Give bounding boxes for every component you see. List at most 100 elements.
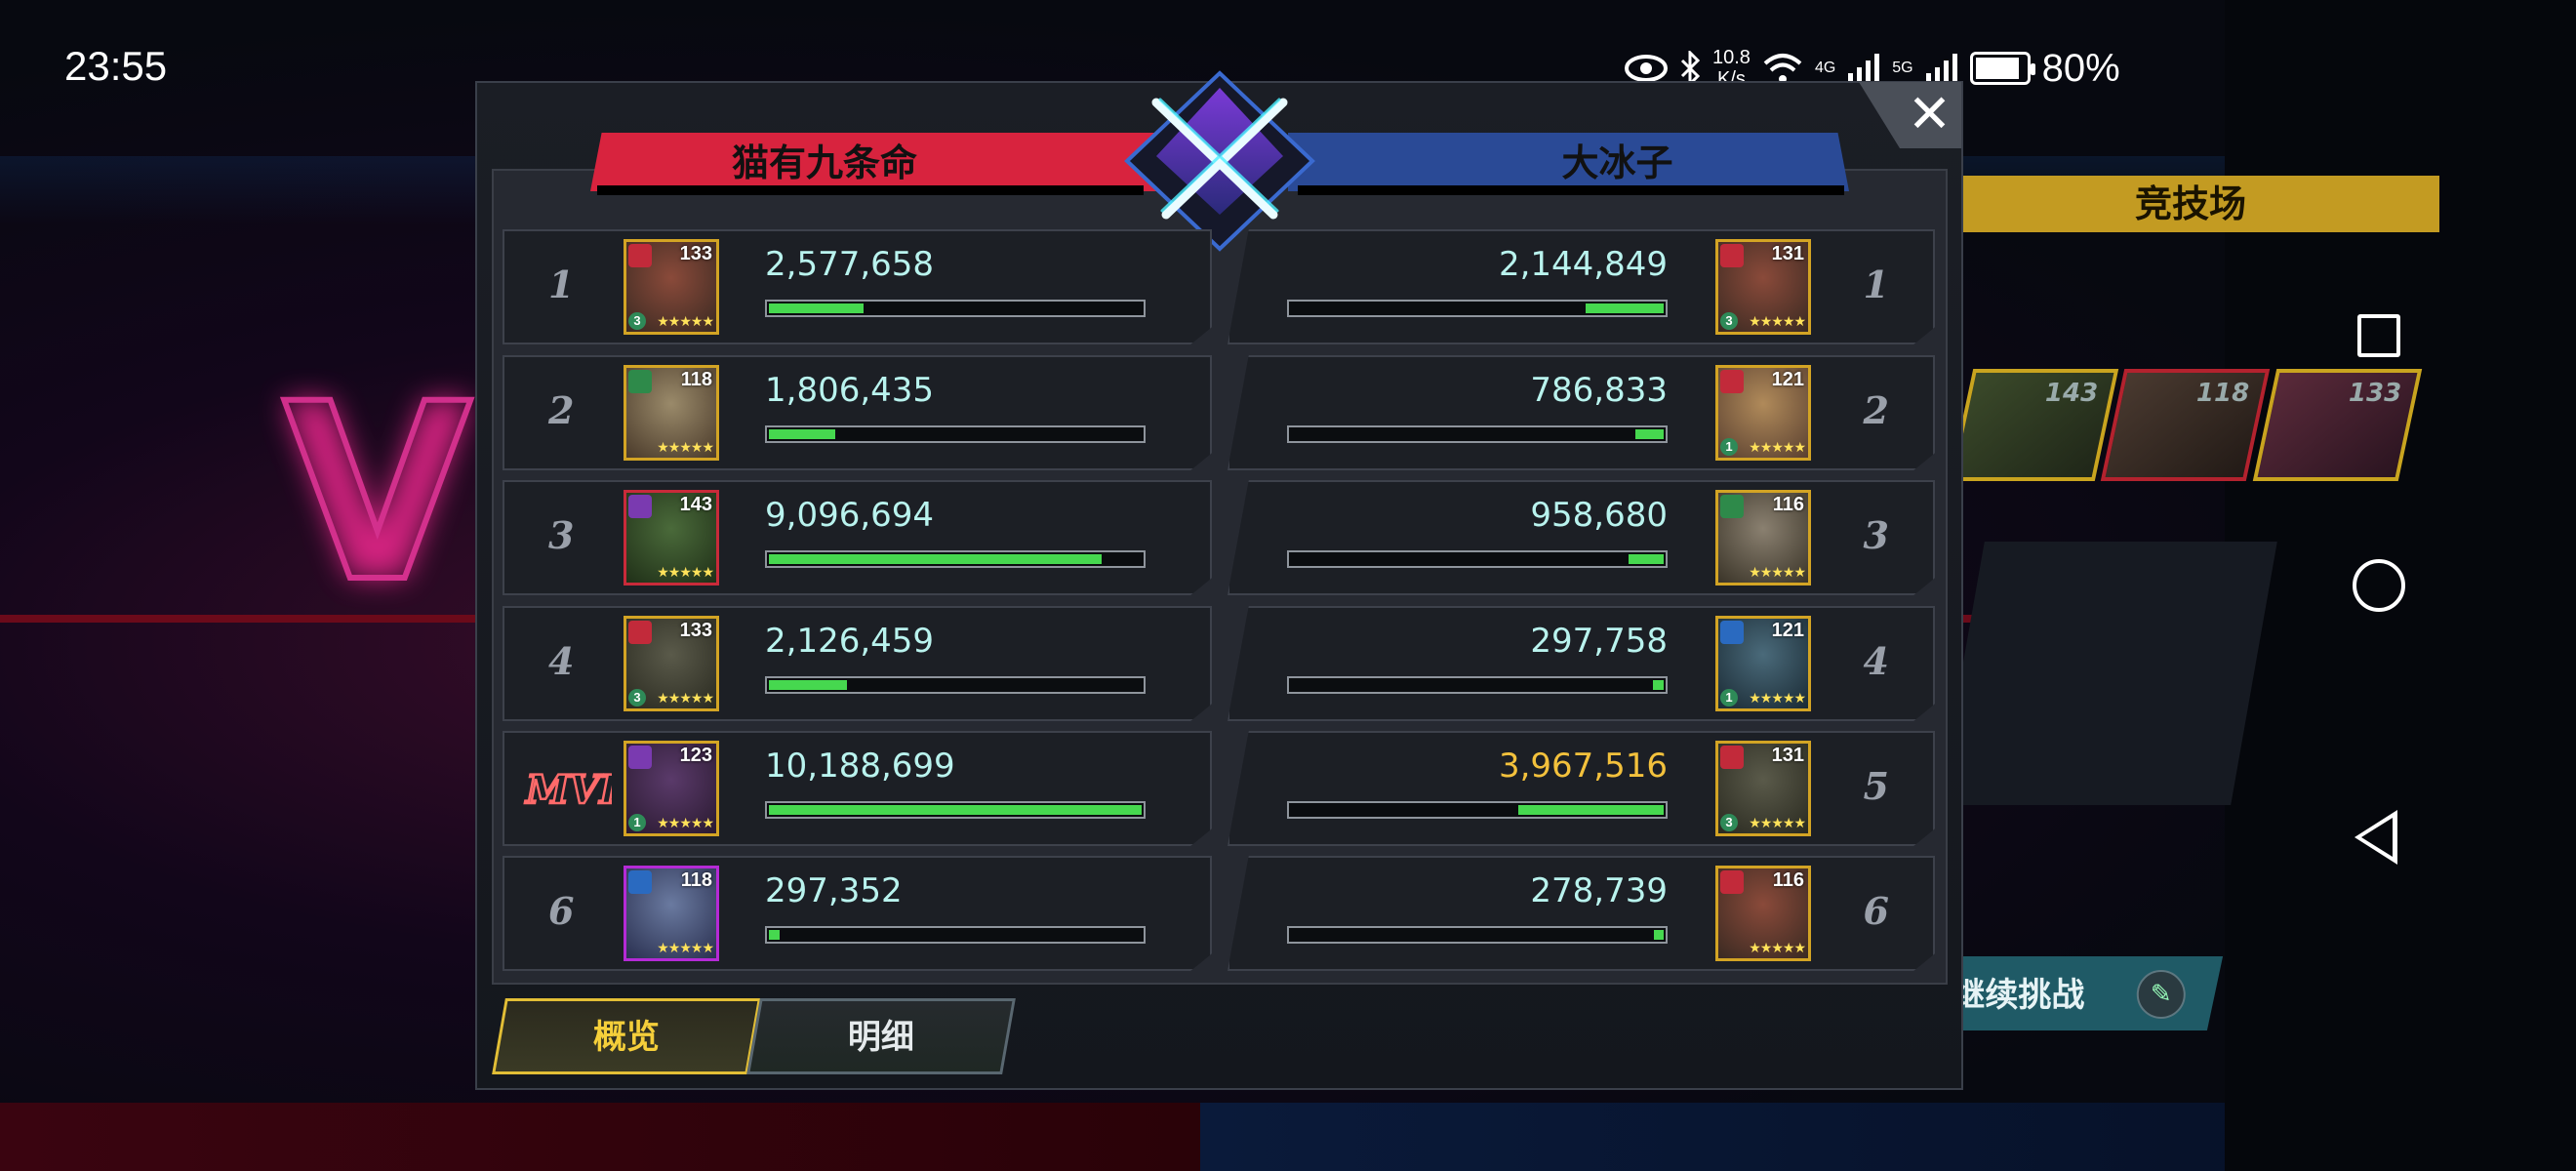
hero-stars: ★★★★★	[1749, 565, 1806, 581]
hero-portrait[interactable]: 116 ★★★★★	[1715, 490, 1811, 586]
hero-portrait[interactable]: 133 3 ★★★★★	[624, 239, 719, 335]
right-player-row[interactable]: 3 116 ★★★★★ 958,680	[1228, 480, 1935, 595]
hero-portrait[interactable]: 121 1 ★★★★★	[1715, 365, 1811, 461]
player-rank: 3	[548, 513, 575, 557]
damage-bar	[765, 801, 1146, 819]
fire-faction-icon	[628, 621, 652, 644]
player-rank: 3	[1863, 513, 1889, 557]
wifi-icon	[1763, 54, 1802, 83]
tab-overview[interactable]: 概览	[492, 998, 761, 1074]
team-left-name: 猫有九条命	[590, 133, 1156, 191]
damage-value: 9,096,694	[765, 496, 935, 535]
damage-value: 786,833	[1530, 371, 1668, 410]
recents-button[interactable]	[2357, 314, 2400, 357]
net-label-1: 4G	[1814, 60, 1836, 76]
hero-level: 131	[1771, 243, 1804, 264]
hero-portrait[interactable]: 131 3 ★★★★★	[1715, 741, 1811, 836]
player-rank: 2	[548, 388, 575, 432]
right-player-row[interactable]: 6 116 ★★★★★ 278,739	[1228, 856, 1935, 971]
damage-bar-fill	[1518, 805, 1664, 815]
left-player-row[interactable]: MVP 123 1 ★★★★★ 10,188,699	[503, 731, 1212, 846]
hero-tier-badge: 3	[1720, 814, 1738, 831]
hero-portrait[interactable]: 121 1 ★★★★★	[1715, 616, 1811, 711]
home-button[interactable]	[2353, 559, 2405, 612]
damage-bar-fill	[1629, 554, 1664, 564]
damage-bar-fill	[1653, 680, 1664, 690]
hero-stars: ★★★★★	[657, 440, 714, 456]
damage-bar	[765, 300, 1146, 317]
left-player-row[interactable]: 3 143 ★★★★★ 9,096,694	[503, 480, 1212, 595]
background-floor-red	[0, 1103, 1200, 1171]
back-button[interactable]	[2355, 810, 2397, 865]
hero-portrait[interactable]: 118 ★★★★★	[624, 365, 719, 461]
left-player-row[interactable]: 4 133 3 ★★★★★ 2,126,459	[503, 606, 1212, 721]
damage-value: 958,680	[1530, 496, 1668, 535]
banner-shadow	[1298, 185, 1844, 195]
hero-portrait[interactable]: 143 ★★★★★	[624, 490, 719, 586]
team-strip: 143 118 133	[1949, 369, 2423, 481]
damage-bar-fill	[769, 429, 835, 439]
hero-portrait[interactable]: 116 ★★★★★	[1715, 866, 1811, 961]
player-rank: 6	[548, 889, 575, 933]
nature-faction-icon	[1720, 495, 1744, 518]
right-player-row[interactable]: 4 121 1 ★★★★★ 297,758	[1228, 606, 1935, 721]
damage-bar-fill	[769, 680, 847, 690]
team-right-name: 大冰子	[1288, 133, 1849, 191]
hero-stars: ★★★★★	[657, 941, 714, 956]
player-rank: 2	[1863, 388, 1889, 432]
damage-bar	[765, 926, 1146, 944]
hero-tier-badge: 1	[1720, 438, 1738, 456]
tech-faction-icon	[1720, 621, 1744, 644]
damage-value: 3,967,516	[1498, 747, 1668, 786]
chaos-faction-icon	[628, 746, 652, 769]
fire-faction-icon	[628, 244, 652, 267]
hero-portrait[interactable]: 123 1 ★★★★★	[624, 741, 719, 836]
damage-bar	[765, 676, 1146, 694]
hero-tier-badge: 3	[1720, 312, 1738, 330]
hero-level: 116	[1772, 869, 1804, 891]
team-card-level: 118	[2196, 379, 2250, 408]
left-player-row[interactable]: 6 118 ★★★★★ 297,352	[503, 856, 1212, 971]
right-player-row[interactable]: 2 121 1 ★★★★★ 786,833	[1228, 355, 1935, 470]
eye-icon	[1625, 55, 1668, 82]
tab-detail[interactable]: 明细	[746, 998, 1016, 1074]
right-player-row[interactable]: 5 131 3 ★★★★★ 3,967,516	[1228, 731, 1935, 846]
hero-level: 118	[680, 369, 712, 390]
hero-portrait[interactable]: 133 3 ★★★★★	[624, 616, 719, 711]
player-rank: 1	[548, 262, 575, 306]
network-speed-value: 10.8	[1712, 47, 1751, 68]
damage-bar	[1287, 425, 1668, 443]
hero-level: 116	[1772, 494, 1804, 515]
hero-tier-badge: 1	[628, 814, 646, 831]
left-player-row[interactable]: 1 133 3 ★★★★★ 2,577,658	[503, 229, 1212, 344]
crossed-swords-icon	[1124, 70, 1315, 252]
status-time: 23:55	[64, 43, 168, 89]
hero-tier-badge: 3	[628, 312, 646, 330]
hero-stars: ★★★★★	[657, 816, 714, 831]
hero-level: 121	[1771, 369, 1804, 390]
banner-shadow	[597, 185, 1144, 195]
damage-bar-fill	[769, 554, 1102, 564]
damage-value: 297,352	[765, 871, 903, 910]
damage-value: 2,577,658	[765, 245, 935, 284]
player-rank: 5	[1863, 764, 1889, 808]
hero-stars: ★★★★★	[1749, 816, 1806, 831]
background-panel	[1938, 542, 2277, 805]
team-card: 143	[1949, 369, 2119, 481]
tab-detail-label: 明细	[847, 1018, 914, 1057]
hero-portrait[interactable]: 131 3 ★★★★★	[1715, 239, 1811, 335]
continue-challenge-button[interactable]: 继续挑战 ✎	[1933, 956, 2224, 1030]
chaos-faction-icon	[628, 495, 652, 518]
right-player-row[interactable]: 1 131 3 ★★★★★ 2,144,849	[1228, 229, 1935, 344]
team-card: 133	[2252, 369, 2423, 481]
continue-challenge-label: 继续挑战	[1952, 976, 2085, 1015]
hero-stars: ★★★★★	[657, 314, 714, 330]
arena-tab[interactable]: 竞技场	[1961, 176, 2439, 232]
player-rank: 1	[1863, 262, 1889, 306]
hero-portrait[interactable]: 118 ★★★★★	[624, 866, 719, 961]
left-player-row[interactable]: 2 118 ★★★★★ 1,806,435	[503, 355, 1212, 470]
hero-level: 123	[679, 745, 712, 766]
damage-value: 297,758	[1530, 622, 1668, 661]
hero-stars: ★★★★★	[1749, 691, 1806, 707]
player-rank: 4	[1863, 639, 1889, 683]
